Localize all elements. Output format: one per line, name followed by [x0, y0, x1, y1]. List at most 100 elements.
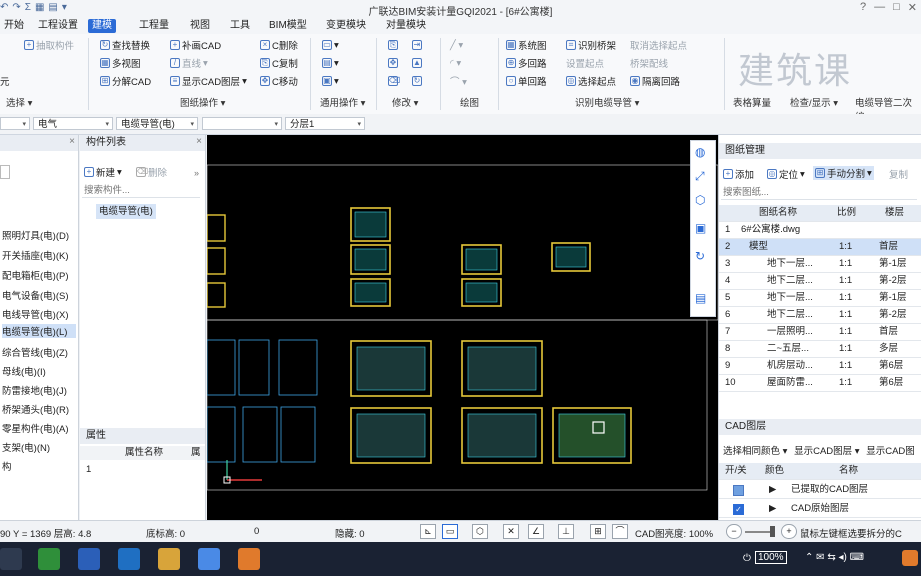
cross-button[interactable]: ✕	[503, 524, 519, 539]
delete-component-button[interactable]: ⌫ 删除	[136, 165, 167, 179]
general-op-3-button[interactable]: ▣ ▾	[322, 74, 339, 88]
component-list-item[interactable]: 电缆导管(电)	[96, 204, 156, 219]
zoom-extents-icon[interactable]: ⤢	[695, 169, 705, 184]
c-delete-button[interactable]: × C删除	[260, 38, 298, 52]
solid-cube-icon[interactable]: ▣	[695, 221, 706, 235]
tab-project-settings[interactable]: 工程设置	[34, 19, 82, 33]
drawing-table-row[interactable]: 1 6#公寓楼.dwg	[719, 222, 921, 239]
drawing-table-row[interactable]: 6 地下二层... 1:1 第-2层	[719, 307, 921, 324]
combo-component[interactable]: ▾	[202, 117, 282, 130]
tray-icons[interactable]: ⌃ ✉ ⇆ ◂) ⌨	[805, 552, 864, 563]
drawing-table-row[interactable]: 3 地下一层... 1:1 第-1层	[719, 256, 921, 273]
zoom-in-button[interactable]: +	[781, 524, 797, 539]
tree-item-distribution-box[interactable]: 配电箱柜(电)(P)	[2, 268, 69, 282]
modify-copy-button[interactable]: ⎘	[388, 38, 398, 52]
draw-line-button[interactable]: ╱ ▾	[450, 38, 463, 52]
tab-reconcile-module[interactable]: 对量模块	[382, 19, 430, 33]
close-button[interactable]: ✕	[908, 1, 917, 14]
layer-toggle-checkbox[interactable]: ✓	[733, 504, 744, 515]
tree-item-bridge-joint[interactable]: 桥架通头(电)(R)	[2, 402, 69, 416]
more-icon[interactable]: »	[194, 168, 199, 178]
c-move-button[interactable]: ✥ C移动	[260, 74, 298, 88]
find-replace-button[interactable]: ↻ 查找替换	[100, 38, 150, 52]
c-copy-button[interactable]: ⎘ C复制	[260, 56, 298, 70]
tree-item-wire-conduit[interactable]: 电线导管(电)(X)	[2, 307, 69, 321]
ortho-button[interactable]: ⊾	[420, 524, 436, 539]
tree-item-integrated-pipeline[interactable]: 综合管线(电)(Z)	[2, 345, 68, 359]
tab-modeling[interactable]: 建模	[88, 19, 116, 33]
combo-blank[interactable]: ▾	[0, 117, 30, 130]
orbit-icon[interactable]: ↻	[695, 249, 705, 263]
drawing-table-row[interactable]: 7 一层照明... 1:1 首层	[719, 324, 921, 341]
modify-delete-button[interactable]: ⌫	[388, 74, 400, 88]
help-icon[interactable]: ?	[860, 1, 866, 14]
line-button[interactable]: / 直线 ▾	[170, 56, 208, 70]
notification-icon[interactable]	[902, 550, 918, 566]
modify-extend-button[interactable]: ⇥	[412, 38, 422, 52]
view-3d-icon[interactable]: ◍	[695, 145, 705, 159]
close-icon[interactable]: ×	[69, 136, 75, 147]
split-cad-button[interactable]: ⊞ 分解CAD	[100, 74, 151, 88]
modify-move-button[interactable]: ✥	[388, 56, 398, 70]
cad-layer-row[interactable]: ✓ ▶ CAD原始图层	[719, 501, 921, 518]
tab-start[interactable]: 开始	[0, 19, 28, 33]
drawing-table-row[interactable]: 8 二~五层... 1:1 多层	[719, 341, 921, 358]
brightness-slider-handle[interactable]	[770, 526, 775, 537]
tree-expand-icon[interactable]	[0, 165, 10, 179]
extract-component-button[interactable]: + 抽取构件	[24, 38, 74, 52]
expand-icon[interactable]: ▶	[769, 501, 776, 517]
set-start-button[interactable]: 设置起点	[566, 56, 604, 70]
expand-icon[interactable]: ▶	[769, 482, 776, 498]
maximize-button[interactable]: □	[893, 1, 900, 14]
component-search-input[interactable]	[82, 184, 200, 198]
bridge-wiring-button[interactable]: 桥架配线	[630, 56, 668, 70]
rect-select-button[interactable]: ▭	[442, 524, 458, 539]
file-explorer-icon[interactable]	[158, 548, 180, 570]
tree-item-cable-conduit[interactable]: 电缆导管(电)(L)	[2, 324, 76, 338]
layer-toggle-checkbox[interactable]	[733, 485, 744, 496]
drawing-search-input[interactable]	[721, 186, 917, 200]
modify-rotate-button[interactable]: ↻	[412, 74, 422, 88]
tab-tools[interactable]: 工具	[226, 19, 254, 33]
tab-view[interactable]: 视图	[186, 19, 214, 33]
drawing-table-row[interactable]: 9 机房层动... 1:1 第6层	[719, 358, 921, 375]
tab-quantities[interactable]: 工程量	[135, 19, 173, 33]
drawing-table-row[interactable]: 5 地下一层... 1:1 第-1层	[719, 290, 921, 307]
camtasia-icon[interactable]	[38, 548, 60, 570]
view-cube-button[interactable]: ⬡	[472, 524, 488, 539]
cad-viewer-icon[interactable]	[118, 548, 140, 570]
close-icon[interactable]: ×	[196, 136, 202, 147]
draw-point-button[interactable]: ◜ ▾	[450, 56, 461, 70]
tab-bim-model[interactable]: BIM模型	[265, 19, 311, 33]
multi-circuit-button[interactable]: ⊕ 多回路	[506, 56, 547, 70]
app-a-icon[interactable]	[198, 548, 220, 570]
minimize-button[interactable]: —	[874, 1, 885, 14]
show-cad-layer-button[interactable]: ≡ 显示CAD图层 ▾	[170, 74, 247, 88]
tree-item-bracket[interactable]: 支架(电)(N)	[2, 440, 50, 454]
drawing-table-row[interactable]: 10 屋面防雷... 1:1 第6层	[719, 375, 921, 392]
snap-button[interactable]: ⊥	[558, 524, 574, 539]
general-op-2-button[interactable]: ▤ ▾	[322, 56, 339, 70]
identify-bridge-button[interactable]: ⌗ 识别桥架	[566, 38, 616, 52]
zoom-out-button[interactable]: −	[726, 524, 742, 539]
power-icon[interactable]: ⏻	[743, 553, 751, 564]
new-component-button[interactable]: + 新建 ▾	[84, 165, 122, 179]
combo-component-type[interactable]: 电缆导管(电) ▾	[116, 117, 198, 130]
curve-button[interactable]: ⌒	[612, 524, 628, 539]
cad-drawing-canvas[interactable]	[207, 135, 718, 520]
cad-layer-row[interactable]: ▶ 已提取的CAD图层	[719, 482, 921, 499]
tree-item-misc-components[interactable]: 零星构件(电)(A)	[2, 421, 69, 435]
add-drawing-button[interactable]: + 添加	[723, 167, 754, 181]
draw-arc-button[interactable]: ⌒ ▾	[450, 74, 467, 88]
locate-drawing-button[interactable]: ◎ 定位 ▾	[767, 167, 805, 181]
select-same-color-button[interactable]: 选择相同颜色	[723, 446, 780, 457]
cube-icon[interactable]: ⬡	[695, 193, 705, 207]
tree-item-switch-socket[interactable]: 开关插座(电)(K)	[2, 248, 69, 262]
manual-split-button[interactable]: ⊞ 手动分割 ▾	[813, 166, 874, 180]
tree-item-lightning-grounding[interactable]: 防雷接地(电)(J)	[2, 383, 67, 397]
system-diagram-button[interactable]: ▦ 系统图	[506, 38, 547, 52]
tree-item-busbar[interactable]: 母线(电)(I)	[2, 364, 46, 378]
word-icon[interactable]	[78, 548, 100, 570]
general-op-1-button[interactable]: ▭ ▾	[322, 38, 339, 52]
task-view-icon[interactable]	[0, 548, 22, 570]
